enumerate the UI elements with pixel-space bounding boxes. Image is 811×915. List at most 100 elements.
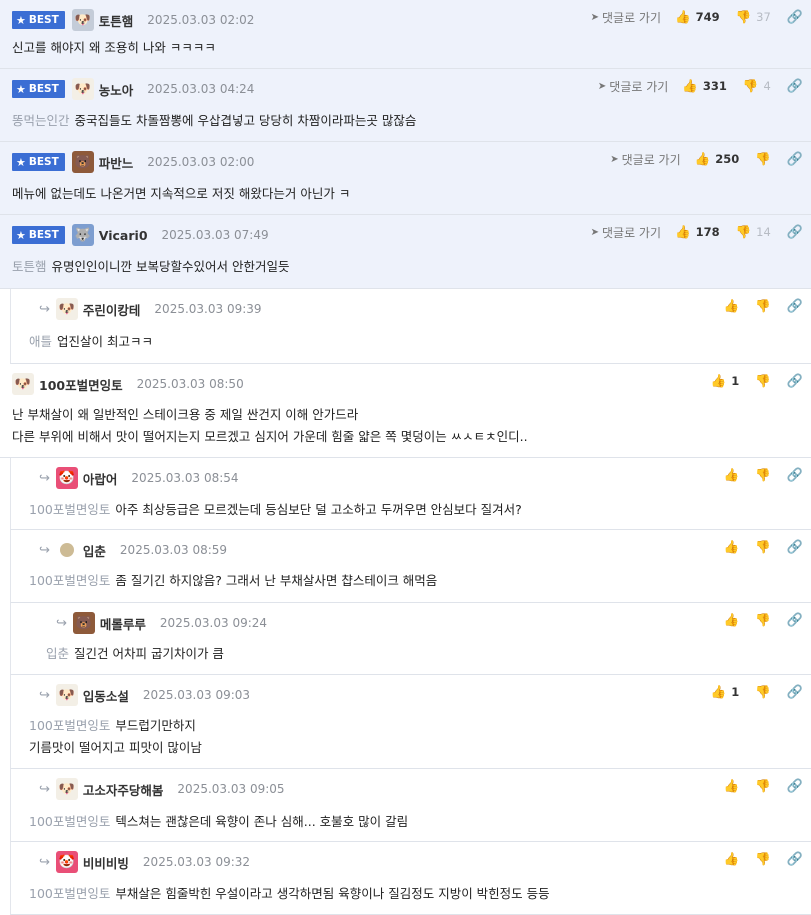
nickname[interactable]: 입동소설	[83, 686, 129, 705]
mention-link[interactable]: 토튼햄	[12, 259, 47, 274]
comment-date: 2025.03.03 09:32	[142, 855, 251, 869]
mention-link[interactable]: 100포벌면잉토	[29, 573, 110, 588]
dislike-button[interactable]: 👎	[755, 851, 771, 867]
link-icon[interactable]: 🔗	[787, 374, 803, 389]
mention-link[interactable]: 입춘	[46, 646, 69, 661]
dislike-button[interactable]: 👎	[755, 612, 771, 628]
best-badge: ★ BEST	[12, 80, 65, 98]
like-button[interactable]: 👍	[724, 612, 740, 628]
link-icon[interactable]: 🔗	[787, 685, 803, 700]
nickname[interactable]: 아랍어	[83, 469, 118, 488]
like-button[interactable]: 👍	[724, 298, 740, 314]
link-icon[interactable]: 🔗	[787, 468, 803, 483]
avatar[interactable]: 🤡	[55, 851, 78, 873]
mention-link[interactable]: 똥먹는인간	[12, 113, 70, 128]
send-icon: ➤	[590, 11, 599, 23]
like-button[interactable]: 👍 178	[675, 224, 720, 240]
comment-body: 입춘 질긴건 어차피 굽기차이가 큼	[46, 643, 224, 665]
mention-link[interactable]: 100포벌면잉토	[29, 718, 110, 733]
comment-text: 부채살은 힘줄박힌 우설이라고 생각하면됨 육향이나 질김정도 지방이 박힌정도…	[115, 886, 550, 901]
like-button[interactable]: 👍	[724, 467, 740, 483]
nickname[interactable]: 농노아	[99, 80, 134, 99]
comment-line: 메뉴에 없는데도 나온거면 지속적으로 저짓 해왔다는거 아닌가 ㅋ	[12, 183, 350, 205]
reply-arrow-icon: ↪	[39, 470, 50, 486]
nickname[interactable]: 파반느	[99, 153, 134, 172]
link-icon[interactable]: 🔗	[787, 540, 803, 555]
like-button[interactable]: 👍 749	[675, 9, 720, 25]
like-button[interactable]: 👍 331	[682, 78, 727, 94]
dislike-button[interactable]: 👎 14	[736, 224, 771, 240]
avatar[interactable]: 🐶	[71, 78, 94, 100]
comment-line: 100포벌면잉토 아주 최상등급은 모르겠는데 등심보단 덜 고소하고 두꺼우면 …	[29, 499, 522, 521]
dislike-button[interactable]: 👎	[755, 467, 771, 483]
avatar[interactable]: 🐶	[55, 778, 78, 800]
dislike-button[interactable]: 👎 37	[736, 9, 771, 25]
goto-label: 댓글로 가기	[601, 10, 661, 25]
avatar[interactable]: 🐻	[72, 612, 95, 634]
best-label: BEST	[28, 14, 59, 26]
avatar[interactable]: 🐺	[71, 224, 94, 246]
link-icon[interactable]: 🔗	[787, 225, 803, 240]
dislike-button[interactable]: 👎	[755, 778, 771, 794]
dislike-button[interactable]: 👎	[755, 539, 771, 555]
like-count: 749	[695, 10, 720, 24]
comment-text: 다른 부위에 비해서 맛이 떨어지는지 모르겠고 심지어 가운데 힘줄 얇은 쪽…	[12, 429, 528, 444]
thumbs-up-icon: 👍	[710, 373, 727, 388]
link-icon[interactable]: 🔗	[787, 299, 803, 314]
like-count: 178	[695, 225, 720, 239]
goto-label: 댓글로 가기	[601, 225, 661, 240]
avatar[interactable]: 🐻	[71, 151, 94, 173]
nickname[interactable]: 100포벌면잉토	[39, 375, 123, 394]
dislike-button[interactable]: 👎 4	[743, 78, 771, 94]
best-comment: ★ BEST 🐶 농노아 2025.03.03 04:24 ➤ 댓글로 가기 👍 331 👎 4 🔗 똥…	[0, 69, 811, 142]
mention-link[interactable]: 100포벌면잉토	[29, 814, 110, 829]
like-button[interactable]: 👍 250	[695, 151, 740, 167]
nickname[interactable]: 비비비빙	[83, 853, 129, 872]
mention-link[interactable]: 100포벌면잉토	[29, 886, 110, 901]
nickname[interactable]: 고소자주당해봄	[83, 780, 164, 799]
like-button[interactable]: 👍	[724, 851, 740, 867]
link-icon[interactable]: 🔗	[787, 10, 803, 25]
goto-comment-link[interactable]: ➤ 댓글로 가기	[591, 9, 661, 26]
like-count: 1	[731, 685, 740, 699]
like-button[interactable]: 👍	[724, 539, 740, 555]
comment-date: 2025.03.03 09:39	[154, 302, 262, 316]
link-icon[interactable]: 🔗	[787, 613, 803, 628]
goto-comment-link[interactable]: ➤ 댓글로 가기	[610, 151, 680, 168]
nickname[interactable]: 토튼햄	[99, 11, 134, 30]
comment-header: ↪ 🐶 입동소설 2025.03.03 09:03	[39, 684, 250, 706]
comment-header: ↪ 입춘 2025.03.03 08:59	[39, 539, 227, 561]
avatar[interactable]	[56, 539, 78, 561]
thumbs-up-icon: 👍	[694, 151, 711, 166]
avatar[interactable]: 🐶	[12, 373, 34, 395]
comment-body: 100포벌면잉토 아주 최상등급은 모르겠는데 등심보단 덜 고소하고 두꺼우면 …	[29, 499, 522, 521]
link-icon[interactable]: 🔗	[787, 79, 803, 94]
reply-comment: ↪ 🐶 입동소설 2025.03.03 09:03 👍 1 👎 🔗 100포벌면잉토 부드럽기만하…	[10, 675, 811, 769]
dislike-button[interactable]: 👎	[755, 373, 771, 389]
avatar[interactable]: 🐶	[55, 298, 78, 320]
nickname[interactable]: 메롤루루	[100, 614, 146, 633]
like-button[interactable]: 👍	[724, 778, 740, 794]
dislike-button[interactable]: 👎	[755, 684, 771, 700]
link-icon[interactable]: 🔗	[787, 152, 803, 167]
mention-link[interactable]: 애틀	[29, 334, 52, 349]
dislike-button[interactable]: 👎	[755, 151, 771, 167]
avatar[interactable]: 🐶	[55, 684, 78, 706]
thumbs-down-icon: 👎	[755, 298, 771, 313]
avatar[interactable]: 🤡	[55, 467, 78, 489]
link-icon[interactable]: 🔗	[787, 779, 803, 794]
dislike-button[interactable]: 👎	[755, 298, 771, 314]
avatar[interactable]: 🐶	[71, 9, 94, 31]
goto-comment-link[interactable]: ➤ 댓글로 가기	[591, 224, 661, 241]
nickname[interactable]: Vicari0	[99, 228, 148, 243]
goto-comment-link[interactable]: ➤ 댓글로 가기	[598, 78, 668, 95]
reply-arrow-icon: ↪	[56, 615, 67, 631]
thumbs-down-icon: 👎	[755, 778, 771, 793]
dislike-count: 4	[763, 79, 771, 93]
link-icon[interactable]: 🔗	[787, 852, 803, 867]
like-button[interactable]: 👍 1	[711, 373, 740, 389]
like-button[interactable]: 👍 1	[711, 684, 740, 700]
mention-link[interactable]: 100포벌면잉토	[29, 502, 110, 517]
nickname[interactable]: 주린이캉테	[83, 300, 141, 319]
nickname[interactable]: 입춘	[83, 541, 106, 560]
